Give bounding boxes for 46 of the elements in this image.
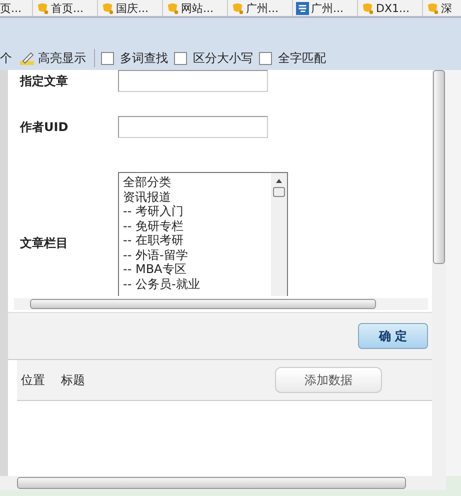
input-field[interactable] xyxy=(118,70,268,92)
highlight-button[interactable]: 高亮显示 xyxy=(18,50,88,66)
field-label: 作者UID xyxy=(20,118,70,136)
vertical-scrollbar[interactable] xyxy=(432,70,446,476)
browser-tab[interactable]: 网站... xyxy=(163,0,228,16)
field-label: 指定文章 xyxy=(20,72,69,90)
bell-icon xyxy=(426,2,439,14)
browser-tab[interactable]: 页... xyxy=(0,0,33,16)
bell-icon xyxy=(361,2,374,14)
option-label: 全字匹配 xyxy=(278,50,326,66)
horizontal-scrollbar[interactable] xyxy=(0,476,446,490)
highlighter-icon xyxy=(20,51,36,65)
input-field[interactable] xyxy=(118,116,268,138)
add-data-button[interactable]: 添加数据 xyxy=(275,367,382,393)
list-option[interactable]: -- 免研专栏 xyxy=(123,218,267,233)
match-count-text: 个 xyxy=(0,50,12,66)
browser-tab[interactable]: 首页... xyxy=(33,0,98,16)
list-option[interactable]: -- 公务员-就业 xyxy=(123,276,267,291)
checkbox[interactable] xyxy=(101,52,114,64)
list-option[interactable]: -- 在职考研 xyxy=(123,233,267,248)
list-option[interactable]: -- 外语-留学 xyxy=(123,248,267,262)
list-option[interactable]: -- MBA专区 xyxy=(123,262,267,276)
horizontal-scrollbar[interactable] xyxy=(14,298,428,310)
confirm-button[interactable]: 确 定 xyxy=(358,323,428,349)
list-option[interactable]: 全部分类 xyxy=(123,175,267,190)
bell-icon xyxy=(166,2,179,14)
bell-icon xyxy=(231,2,244,14)
field-label: 文章栏目 xyxy=(20,234,69,252)
browser-tab[interactable]: 广州... xyxy=(293,0,358,16)
column-header: 标题 xyxy=(61,372,85,388)
list-option[interactable]: -- 考研入门 xyxy=(123,204,267,218)
bell-icon xyxy=(101,2,114,14)
option-label: 多词查找 xyxy=(120,50,168,66)
option-label: 区分大小写 xyxy=(193,50,253,66)
bell-icon xyxy=(36,2,49,14)
scroll-thumb[interactable] xyxy=(273,187,285,197)
browser-tab[interactable]: DX1... xyxy=(358,0,423,16)
browser-tab[interactable]: 广州... xyxy=(228,0,293,16)
checkbox[interactable] xyxy=(259,52,272,64)
browser-tab[interactable]: 国庆... xyxy=(98,0,163,16)
column-header: 位置 xyxy=(21,372,45,388)
scroll-up-icon[interactable] xyxy=(276,179,282,183)
site-icon xyxy=(296,2,309,14)
list-option[interactable]: 资讯报道 xyxy=(123,190,267,204)
browser-tab[interactable]: 深 xyxy=(423,0,461,16)
checkbox[interactable] xyxy=(174,52,187,64)
